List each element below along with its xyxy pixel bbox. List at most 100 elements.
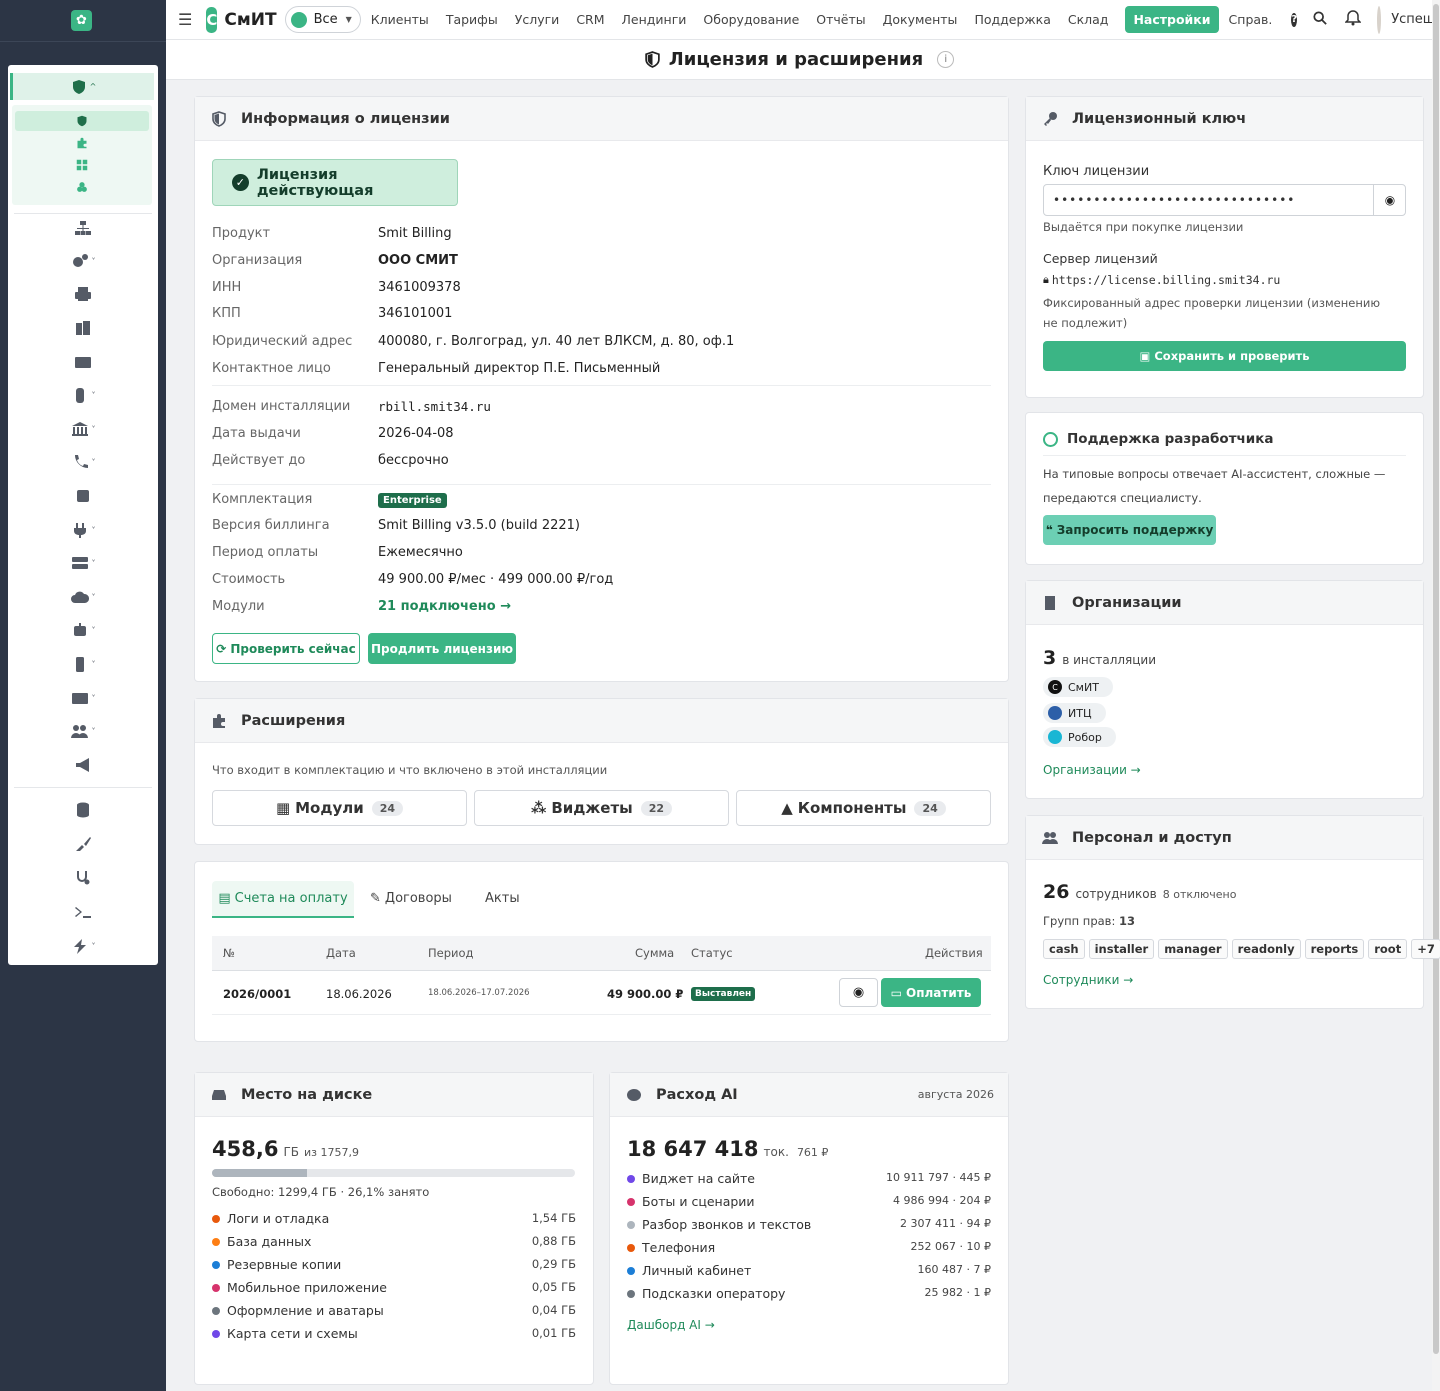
search-icon[interactable]	[1313, 10, 1327, 29]
check-now-button[interactable]: ⟳ Проверить сейчас	[212, 633, 360, 664]
nav-item[interactable]: Клиенты	[371, 12, 429, 27]
role-tag[interactable]: root	[1368, 939, 1408, 959]
disk-item-label: База данных	[227, 1234, 312, 1249]
card-title: Поддержка разработчика	[1067, 431, 1274, 447]
org-chip[interactable]: ИТЦ	[1043, 703, 1106, 723]
sidebar-item-traffic-light[interactable]: ˅	[8, 382, 158, 408]
sidebar-item-sitemap[interactable]	[8, 215, 158, 241]
orgs-link[interactable]: Организации →	[1043, 763, 1141, 777]
brand-logo[interactable]: С	[206, 6, 218, 33]
org-chip[interactable]: Робор	[1043, 727, 1116, 747]
nav-item[interactable]: Лендинги	[622, 12, 687, 27]
sidebar-item-megaphone[interactable]	[8, 752, 158, 778]
sidebar-item-envelope[interactable]: ˅	[8, 685, 158, 711]
sidebar-item-users-gear[interactable]: ˅	[8, 718, 158, 744]
extensions-description: Что входит в комплектацию и что включено…	[212, 763, 608, 777]
shield-icon	[77, 115, 87, 127]
submenu-components[interactable]	[12, 181, 152, 195]
disk-free: Свободно: 1299,4 ГБ · 26,1% занято	[212, 1185, 430, 1199]
billing-card: ▤ Счета на оплату ✎ Договоры Акты № Дата П…	[194, 861, 1009, 1042]
sidebar-item-cloud[interactable]: ˅	[8, 584, 158, 610]
view-invoice-button[interactable]: ◉	[839, 978, 878, 1007]
card-header: Расширения	[195, 699, 1008, 743]
col-sum: Сумма	[635, 946, 675, 960]
ai-item-label: Личный кабинет	[642, 1263, 752, 1278]
sidebar-item-plug[interactable]: ˅	[8, 517, 158, 543]
sidebar-item-fax[interactable]	[8, 315, 158, 341]
role-tag[interactable]: cash	[1043, 939, 1085, 959]
submenu-widgets[interactable]	[12, 159, 152, 173]
ai-item-label: Виджет на сайте	[642, 1171, 755, 1186]
save-verify-button[interactable]: ▣ Сохранить и проверить	[1043, 341, 1406, 371]
nav-item[interactable]: Оборудование	[703, 12, 799, 27]
traffic-light-icon	[75, 388, 84, 403]
sidebar-item-phone[interactable]: ˅	[8, 449, 158, 475]
disk-unit: ГБ	[283, 1145, 299, 1159]
org-select[interactable]: Все ▼	[284, 6, 361, 33]
sidebar-item-mobile[interactable]: ˅	[8, 651, 158, 677]
role-tag[interactable]: manager	[1158, 939, 1228, 959]
nav-item[interactable]: Документы	[883, 12, 958, 27]
signature-icon: ✎	[370, 891, 381, 906]
sidebar-item-printer[interactable]	[8, 281, 158, 307]
nav-item[interactable]: CRM	[576, 12, 604, 27]
bell-icon[interactable]	[1344, 9, 1363, 30]
request-support-button[interactable]: ❝ Запросить поддержку	[1043, 515, 1216, 545]
settings-logo-icon[interactable]: ✿	[71, 10, 92, 31]
lock-icon: 🔒︎	[1043, 273, 1049, 286]
renew-license-button[interactable]: Продлить лицензию	[368, 633, 516, 664]
submenu-modules[interactable]	[12, 137, 152, 151]
role-tag[interactable]: readonly	[1231, 939, 1301, 959]
sidebar-item-security[interactable]: ^	[10, 73, 154, 100]
sidebar-item-bank[interactable]: ˅	[8, 416, 158, 442]
nav-item[interactable]: Настройки	[1125, 6, 1219, 33]
license-key-input[interactable]: •••••••••••••••••••••••••••••• ◉	[1043, 184, 1406, 216]
license-status: Лицензия действующая	[256, 166, 374, 199]
page-scrollbar[interactable]	[1432, 0, 1440, 1391]
role-tag[interactable]: +7	[1411, 939, 1440, 959]
tab-invoices[interactable]: ▤ Счета на оплату	[212, 881, 354, 918]
toggle-visibility-button[interactable]: ◉	[1373, 185, 1406, 215]
sidebar-item-scroll[interactable]	[8, 483, 158, 509]
org-chip[interactable]: C СмИТ	[1043, 677, 1113, 697]
page-title-bar: Лицензия и расширения i	[166, 40, 1432, 80]
role-tag[interactable]: reports	[1304, 939, 1365, 959]
tab-contracts[interactable]: ✎ Договоры	[370, 891, 452, 906]
ext-components-button[interactable]: ▲ Компоненты 24	[736, 790, 991, 826]
ai-usage-card: Расход AI августа 2026 18 647 418 ток. 76…	[609, 1072, 1009, 1385]
submenu-license[interactable]	[15, 111, 149, 131]
field-value: бессрочно	[378, 453, 449, 468]
menu-toggle-icon[interactable]: ☰	[178, 10, 192, 29]
nav-item[interactable]: Поддержка	[974, 12, 1050, 27]
sidebar-item-broom[interactable]	[8, 831, 158, 857]
role-tag[interactable]: installer	[1088, 939, 1155, 959]
nav-item[interactable]: Отчёты	[816, 12, 865, 27]
ext-modules-button[interactable]: ▦ Модули 24	[212, 790, 467, 826]
tab-acts[interactable]: Акты	[485, 891, 520, 906]
refresh-icon: ⟳	[216, 641, 227, 656]
ext-widgets-button[interactable]: ⁂ Виджеты 22	[474, 790, 729, 826]
nav-item[interactable]: Тарифы	[446, 12, 498, 27]
sidebar-item-robot[interactable]: ˅	[8, 617, 158, 643]
scrollbar-thumb[interactable]	[1433, 4, 1439, 1354]
staff-link[interactable]: Сотрудники →	[1043, 973, 1133, 987]
sidebar-item-terminal[interactable]	[8, 899, 158, 925]
help-icon[interactable]: ?	[1291, 12, 1298, 27]
card-header: Лицензионный ключ	[1026, 97, 1423, 141]
info-icon[interactable]: i	[937, 51, 955, 68]
sidebar-item-server[interactable]: ˅	[8, 550, 158, 576]
sidebar-item-stethoscope[interactable]	[8, 865, 158, 891]
pay-button[interactable]: ▭ Оплатить	[881, 978, 981, 1007]
sidebar-item-database[interactable]	[8, 797, 158, 823]
nav-item[interactable]: Склад	[1068, 12, 1109, 27]
nav-item[interactable]: Справ.	[1229, 12, 1273, 27]
sidebar-item-bolt[interactable]: ˅	[8, 933, 158, 959]
field-value: 2026-04-08	[378, 426, 454, 441]
field-label: КПП	[212, 306, 241, 321]
ai-dashboard-link[interactable]: Дашборд AI →	[627, 1318, 715, 1332]
modules-link[interactable]: 21 подключено →	[378, 599, 511, 614]
nav-item[interactable]: Услуги	[515, 12, 560, 27]
sidebar-item-gears[interactable]: ˅	[8, 248, 158, 274]
sidebar-item-credit-card[interactable]	[8, 349, 158, 375]
avatar[interactable]	[1377, 5, 1382, 34]
